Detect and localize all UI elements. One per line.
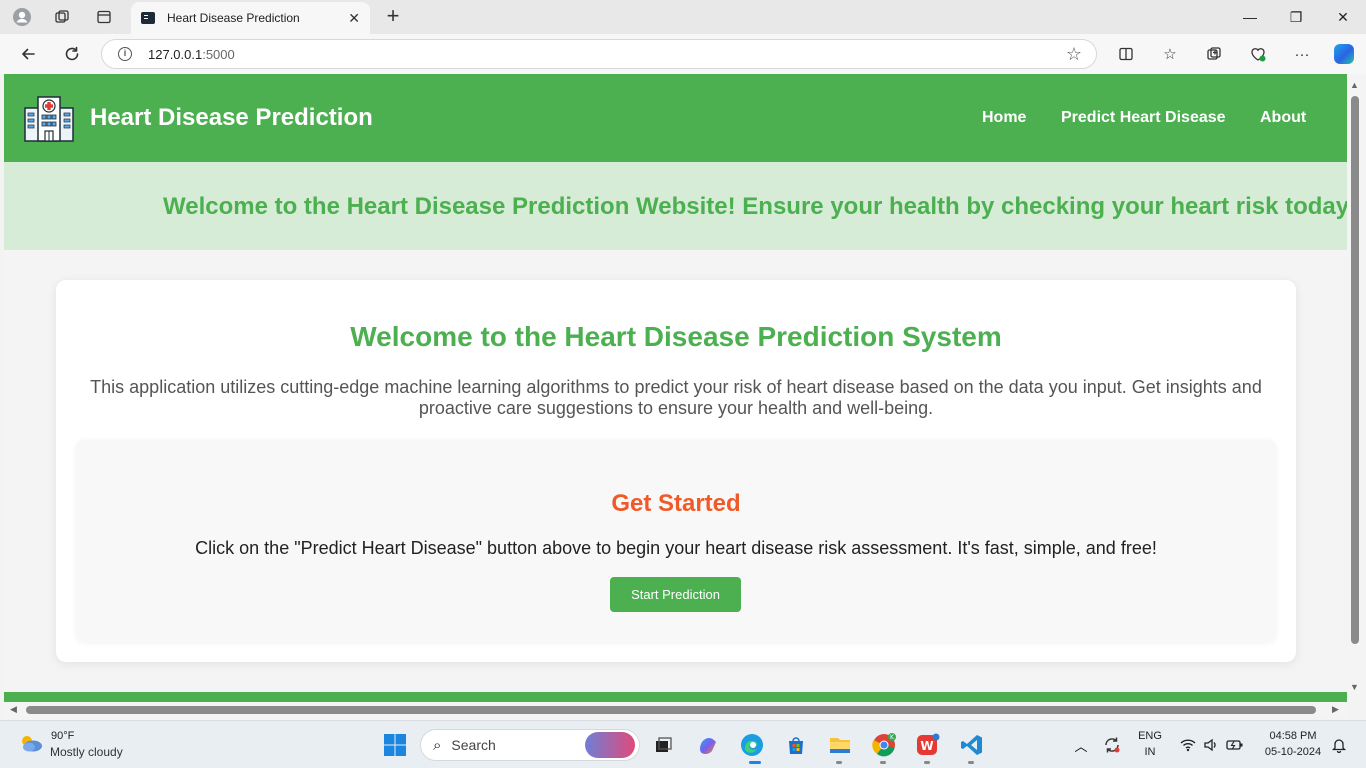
wps-running-indicator bbox=[924, 761, 930, 764]
edge-active-indicator bbox=[749, 761, 761, 764]
search-highlight-icon bbox=[585, 732, 635, 758]
vertical-scrollbar[interactable]: ▲ ▼ bbox=[1347, 74, 1366, 702]
get-started-title: Get Started bbox=[611, 490, 741, 517]
language-indicator-line1[interactable]: ENG bbox=[1136, 730, 1164, 742]
card-description: This application utilizes cutting-edge m… bbox=[90, 377, 1262, 418]
address-bar[interactable]: i 127.0.0.1:5000 ☆ bbox=[101, 39, 1097, 69]
get-started-text: Click on the "Predict Heart Disease" but… bbox=[195, 538, 1157, 558]
microsoft-store-icon[interactable] bbox=[783, 732, 809, 758]
clock-time[interactable]: 04:58 PM bbox=[1256, 730, 1330, 742]
weather-temperature: 90°F bbox=[51, 730, 75, 742]
new-tab-icon[interactable]: + bbox=[380, 4, 406, 30]
chrome-running-indicator bbox=[880, 761, 886, 764]
split-screen-icon[interactable] bbox=[1112, 41, 1140, 67]
nav-predict-link[interactable]: Predict Heart Disease bbox=[1061, 109, 1226, 127]
chrome-icon[interactable]: K bbox=[871, 732, 897, 758]
svg-text:W: W bbox=[920, 739, 933, 753]
site-title: Heart Disease Prediction bbox=[90, 104, 373, 131]
nav-about-link[interactable]: About bbox=[1260, 109, 1306, 127]
weather-description: Mostly cloudy bbox=[50, 745, 123, 759]
restore-icon[interactable]: ❐ bbox=[1273, 4, 1319, 30]
copilot-icon[interactable] bbox=[1330, 41, 1358, 67]
site-header: Heart Disease Prediction Home Predict He… bbox=[4, 74, 1347, 162]
refresh-icon[interactable] bbox=[58, 41, 86, 67]
copilot-app-icon[interactable] bbox=[695, 732, 721, 758]
scroll-down-arrow-icon[interactable]: ▼ bbox=[1350, 682, 1359, 692]
welcome-card: Welcome to the Heart Disease Prediction … bbox=[56, 280, 1296, 662]
favorites-icon[interactable]: ☆ bbox=[1156, 41, 1184, 67]
site-info-icon[interactable]: i bbox=[118, 47, 132, 61]
footer-strip bbox=[4, 692, 1347, 702]
tab-title: Heart Disease Prediction bbox=[167, 11, 300, 25]
language-indicator-line2[interactable]: IN bbox=[1136, 746, 1164, 758]
page-viewport: Heart Disease Prediction Home Predict He… bbox=[4, 74, 1347, 702]
url-text: 127.0.0.1:5000 bbox=[148, 46, 235, 62]
task-view-icon[interactable] bbox=[650, 732, 676, 758]
browser-tab-bar: Heart Disease Prediction ✕ + — ❐ ✕ bbox=[0, 0, 1366, 34]
search-label: Search bbox=[451, 737, 496, 753]
file-explorer-icon[interactable] bbox=[827, 732, 853, 758]
minimize-icon[interactable]: — bbox=[1227, 4, 1273, 30]
scroll-right-arrow-icon[interactable]: ▶ bbox=[1332, 704, 1339, 715]
windows-start-icon[interactable] bbox=[382, 732, 408, 758]
vscode-icon[interactable] bbox=[959, 732, 985, 758]
scroll-up-arrow-icon[interactable]: ▲ bbox=[1350, 80, 1359, 90]
browser-toolbar: i 127.0.0.1:5000 ☆ ☆ ··· bbox=[0, 34, 1366, 74]
favorite-star-icon[interactable]: ☆ bbox=[1066, 44, 1082, 65]
wps-office-icon[interactable]: W bbox=[915, 732, 941, 758]
vscode-running-indicator bbox=[968, 761, 974, 764]
profile-icon[interactable] bbox=[8, 4, 36, 30]
start-prediction-button[interactable]: Start Prediction bbox=[610, 577, 741, 612]
cloudy-weather-icon[interactable] bbox=[18, 733, 44, 753]
browser-essentials-icon[interactable] bbox=[1244, 41, 1272, 67]
window-close-icon[interactable]: ✕ bbox=[1320, 4, 1366, 30]
scroll-left-arrow-icon[interactable]: ◀ bbox=[10, 704, 17, 715]
vertical-scroll-thumb[interactable] bbox=[1351, 96, 1359, 644]
nav-home-link[interactable]: Home bbox=[982, 109, 1026, 127]
volume-icon[interactable] bbox=[1198, 732, 1224, 758]
marquee-text: Welcome to the Heart Disease Prediction … bbox=[163, 193, 1347, 220]
browser-tab-active[interactable]: Heart Disease Prediction ✕ bbox=[131, 2, 370, 34]
edge-browser-icon[interactable] bbox=[739, 732, 765, 758]
horizontal-scroll-thumb[interactable] bbox=[26, 706, 1316, 714]
windows-taskbar: 90°F Mostly cloudy ⌕ Search K W ︿ ENG IN bbox=[0, 720, 1366, 768]
terminal-favicon-icon bbox=[141, 12, 155, 24]
horizontal-scrollbar[interactable]: ◀ ▶ bbox=[4, 702, 1347, 718]
notification-bell-icon[interactable] bbox=[1326, 732, 1352, 758]
vertical-tabs-icon[interactable] bbox=[90, 4, 118, 30]
more-menu-icon[interactable]: ··· bbox=[1288, 41, 1316, 67]
explorer-running-indicator bbox=[836, 761, 842, 764]
hospital-logo-icon bbox=[24, 96, 74, 142]
taskbar-search-box[interactable]: ⌕ Search bbox=[420, 729, 640, 761]
search-icon: ⌕ bbox=[433, 736, 442, 754]
back-arrow-icon[interactable] bbox=[14, 41, 42, 67]
collections-icon[interactable] bbox=[1200, 41, 1228, 67]
sync-app-icon[interactable] bbox=[1099, 732, 1125, 758]
card-title: Welcome to the Heart Disease Prediction … bbox=[350, 321, 1002, 352]
clock-date[interactable]: 05-10-2024 bbox=[1256, 746, 1330, 758]
tab-close-icon[interactable]: ✕ bbox=[348, 10, 360, 27]
battery-icon[interactable] bbox=[1222, 732, 1248, 758]
show-hidden-icons-chevron-up-icon[interactable]: ︿ bbox=[1068, 732, 1094, 758]
workspaces-icon[interactable] bbox=[48, 4, 76, 30]
get-started-section: Get Started Click on the "Predict Heart … bbox=[76, 440, 1276, 642]
welcome-marquee: Welcome to the Heart Disease Prediction … bbox=[4, 162, 1347, 250]
